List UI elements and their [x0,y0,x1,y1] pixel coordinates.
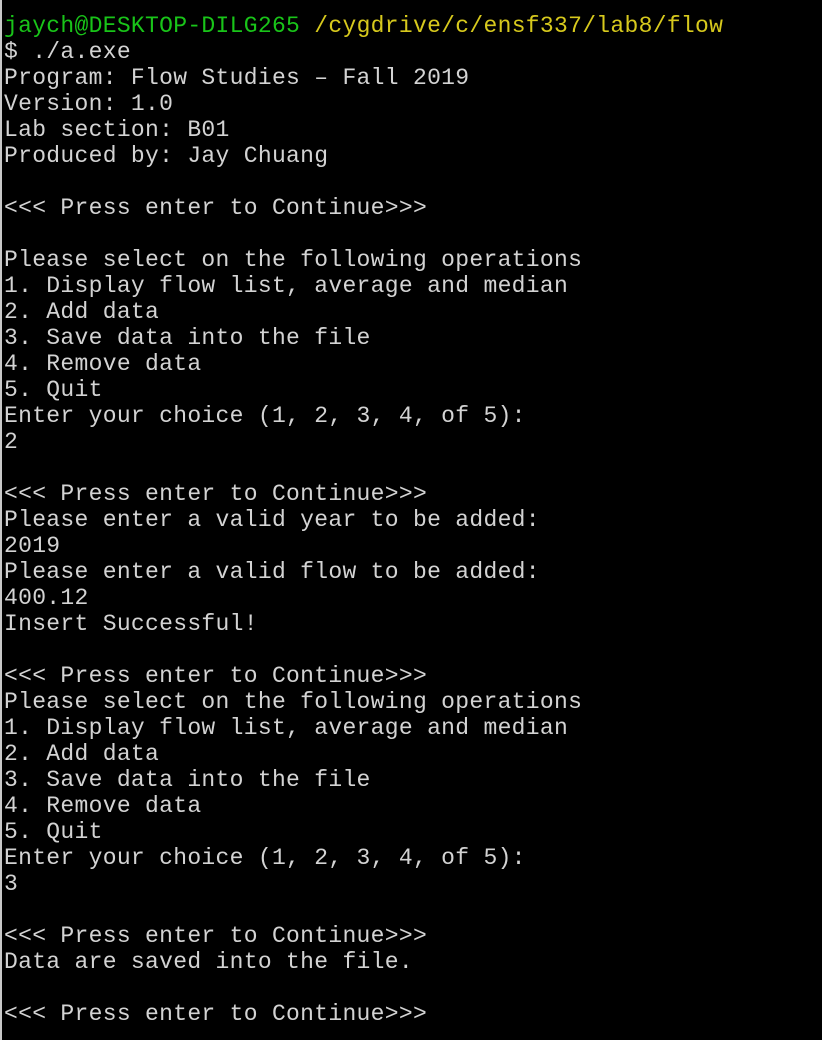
terminal-window[interactable]: jaych@DESKTOP-DILG265 /cygdrive/c/ensf33… [0,0,822,1040]
output-line: 3 [4,871,19,897]
output-line: 3. Save data into the file [4,325,371,351]
program-output: Program: Flow Studies – Fall 2019 Version… [4,65,820,1027]
output-line: Insert Successful! [4,611,258,637]
output-line: Please enter a valid year to be added: [4,507,540,533]
output-line: Data are saved into the file. [4,949,413,975]
prompt-line: jaych@DESKTOP-DILG265 /cygdrive/c/ensf33… [4,13,820,39]
output-line: Please select on the following operation… [4,247,583,273]
output-line: 2. Add data [4,741,160,767]
output-line: Produced by: Jay Chuang [4,143,329,169]
output-line: <<< Press enter to Continue>>> [4,663,428,689]
output-line: 3. Save data into the file [4,767,371,793]
output-line: Enter your choice (1, 2, 3, 4, of 5): [4,845,526,871]
output-line: Please select on the following operation… [4,689,583,715]
prompt-user-host: jaych@DESKTOP-DILG265 [4,13,301,39]
output-line: 1. Display flow list, average and median [4,715,569,741]
window-border [0,0,2,1040]
output-line: <<< Press enter to Continue>>> [4,1001,428,1027]
output-line: 5. Quit [4,819,103,845]
output-line: Enter your choice (1, 2, 3, 4, of 5): [4,403,526,429]
output-line: 2. Add data [4,299,160,325]
output-line: <<< Press enter to Continue>>> [4,195,428,221]
output-line: <<< Press enter to Continue>>> [4,481,428,507]
output-line: 2 [4,429,19,455]
output-line: 400.12 [4,585,89,611]
output-line: Program: Flow Studies – Fall 2019 [4,65,470,91]
output-line: Lab section: B01 [4,117,230,143]
output-line: <<< Press enter to Continue>>> [4,923,428,949]
output-line: Version: 1.0 [4,91,174,117]
command-line: $ ./a.exe [4,39,131,65]
output-line: Please enter a valid flow to be added: [4,559,540,585]
terminal-output[interactable]: jaych@DESKTOP-DILG265 /cygdrive/c/ensf33… [4,13,820,1027]
output-line: 1. Display flow list, average and median [4,273,569,299]
output-line: 2019 [4,533,61,559]
prompt-cwd: /cygdrive/c/ensf337/lab8/flow [314,13,724,39]
output-line: 4. Remove data [4,793,202,819]
output-line: 5. Quit [4,377,103,403]
output-line: 4. Remove data [4,351,202,377]
